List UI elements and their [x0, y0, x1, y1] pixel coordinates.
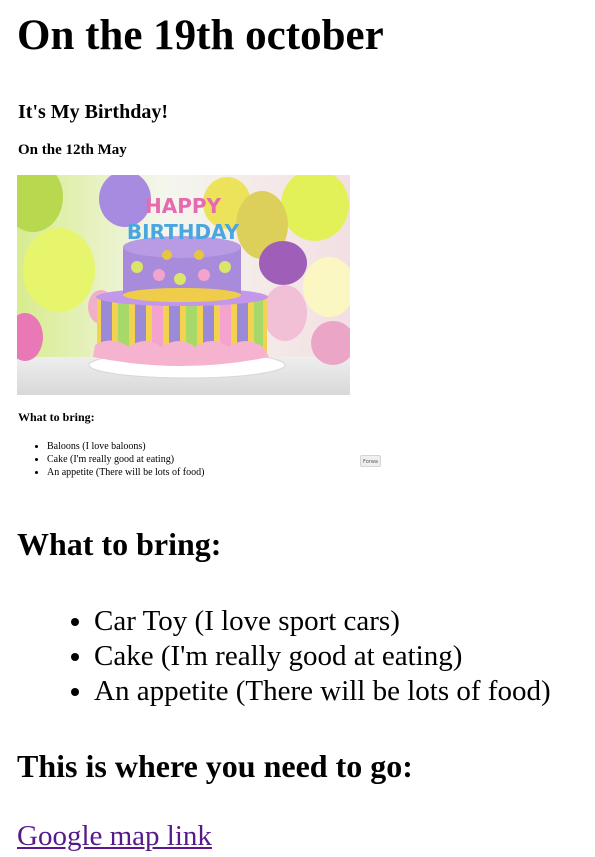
screenshot-subtitle: On the 12th May [18, 142, 127, 158]
directions-heading: This is where you need to go: [17, 748, 413, 784]
screenshot-bring-list: Baloons (I love baloons) Cake (I'm reall… [35, 440, 204, 479]
screenshot-title: It's My Birthday! [18, 101, 168, 123]
bring-heading: What to bring: [17, 526, 222, 562]
screenshot-forward-button: Forwa [360, 455, 381, 467]
google-map-link[interactable]: Google map link [17, 820, 212, 853]
list-item: An appetite (There will be lots of food) [94, 674, 551, 709]
birthday-cake-image: HAPPY BIRTHDAY [17, 175, 350, 395]
bring-list: Car Toy (I love sport cars) Cake (I'm re… [0, 604, 551, 709]
page-title: On the 19th october [17, 12, 384, 59]
list-item: Cake (I'm really good at eating) [94, 639, 551, 674]
list-item: An appetite (There will be lots of food) [47, 466, 204, 479]
svg-text:BIRTHDAY: BIRTHDAY [127, 220, 240, 244]
screenshot-bring-heading: What to bring: [18, 410, 95, 424]
list-item: Car Toy (I love sport cars) [94, 604, 551, 639]
svg-text:HAPPY: HAPPY [145, 194, 222, 218]
list-item: Cake (I'm really good at eating) [47, 453, 204, 466]
birthday-page-screenshot: It's My Birthday! On the 12th May HAPPY … [17, 97, 381, 489]
list-item: Baloons (I love baloons) [47, 440, 204, 453]
